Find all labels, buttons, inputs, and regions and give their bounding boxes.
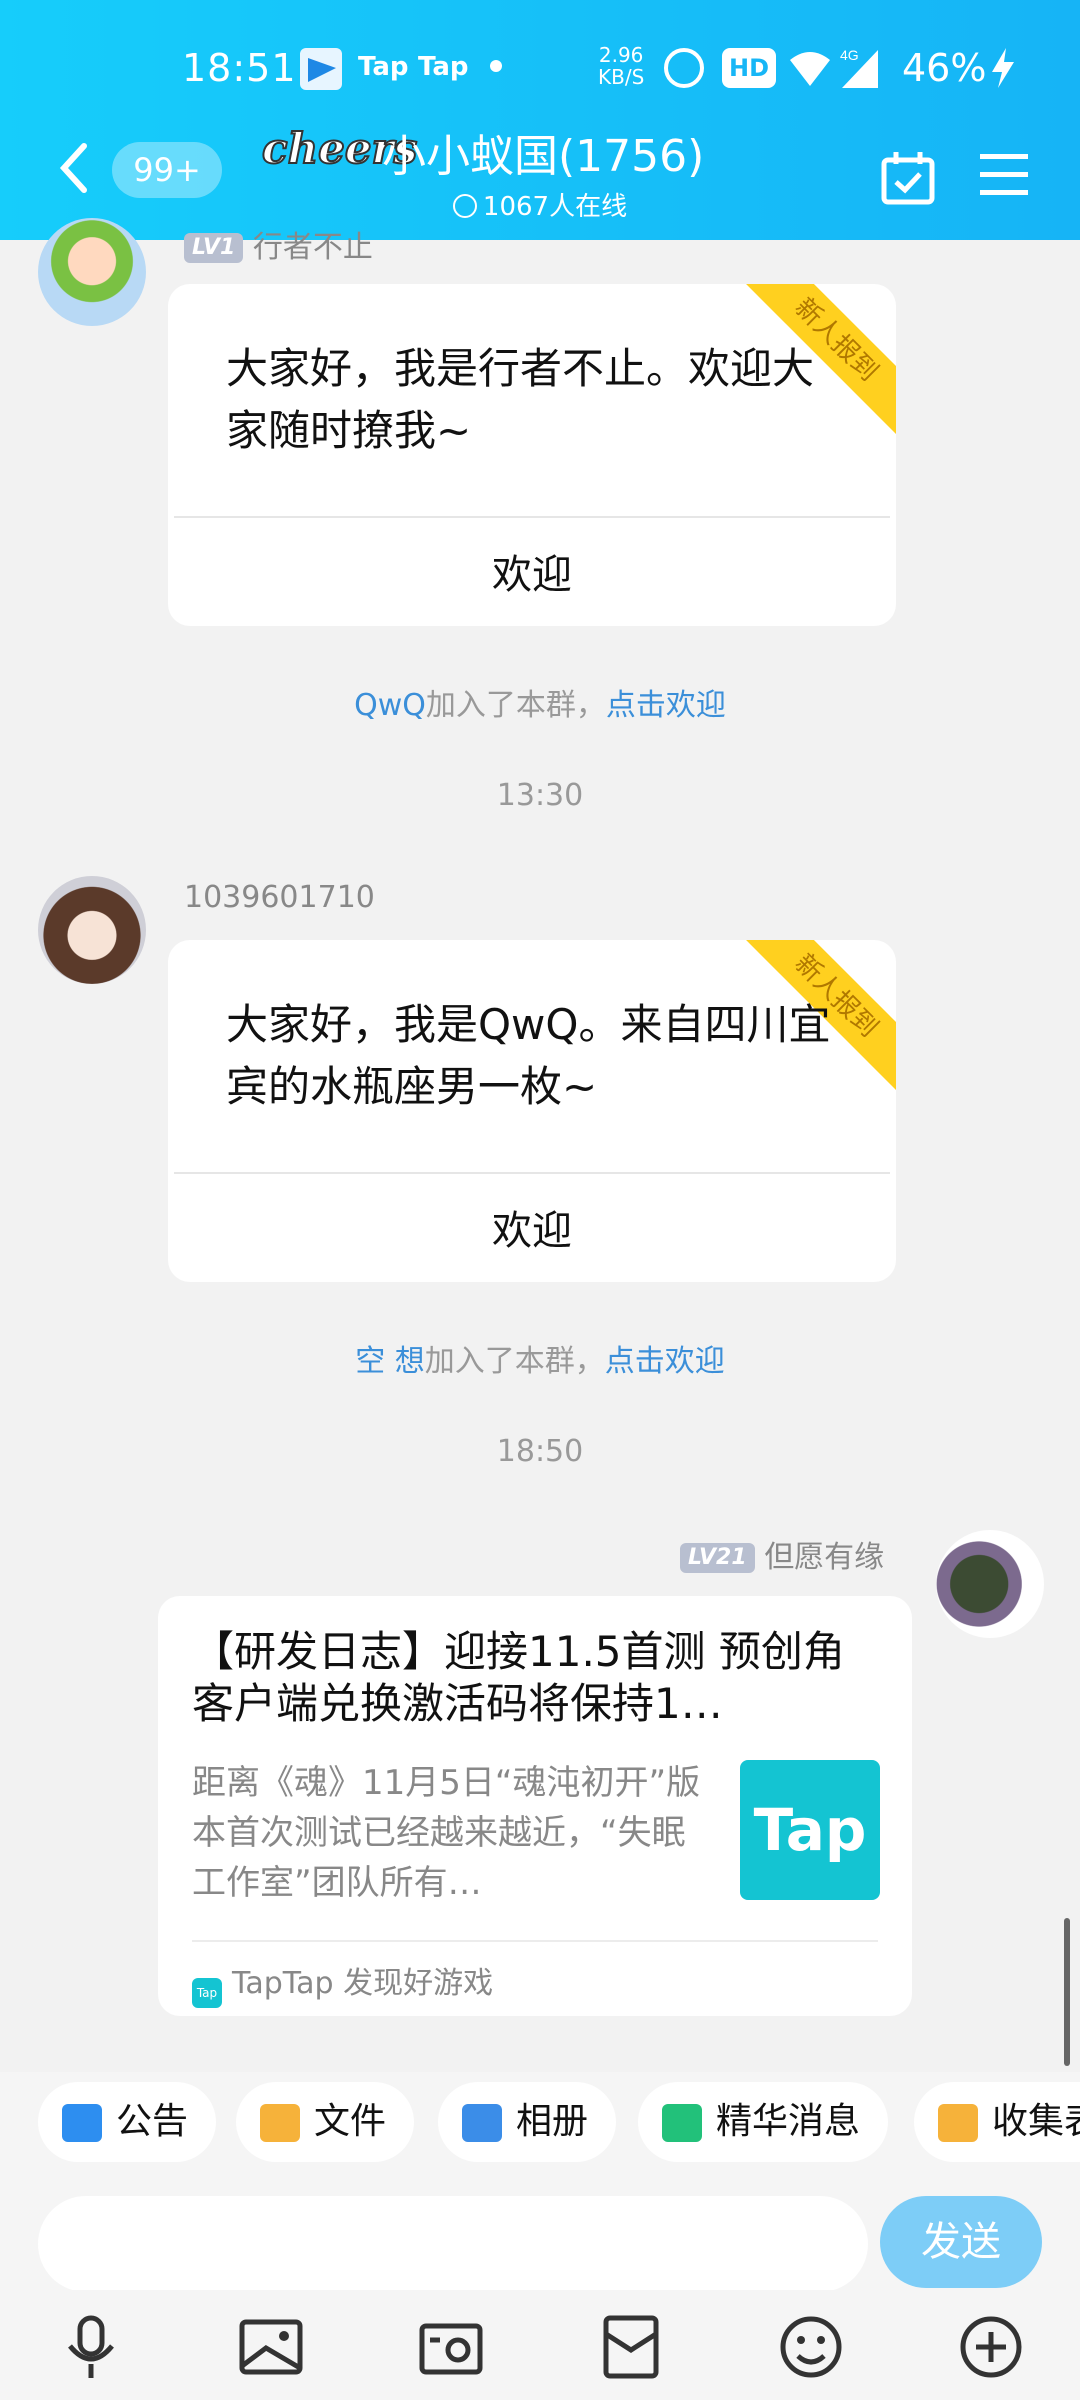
sender-name[interactable]: 但愿有缘 (764, 1540, 884, 1575)
folder-icon (260, 2104, 300, 2142)
chip-label: 相册 (516, 2101, 589, 2142)
check-circle-icon (452, 194, 477, 218)
camera-icon[interactable] (416, 2312, 486, 2382)
welcome-button[interactable]: 欢迎 (168, 1198, 896, 1256)
quick-actions-bar: 公告 文件 相册 精华消息 收集表 (0, 2072, 1080, 2176)
charging-icon (992, 48, 1014, 88)
taptap-notification-2: Tap (418, 52, 469, 82)
input-bar: 发送 (0, 2176, 1080, 2292)
files-chip[interactable]: 文件 (236, 2082, 415, 2162)
calendar-checkin-icon[interactable] (880, 150, 936, 206)
share-title: 【研发日志】迎接11.5首测 预创角客户端兑换激活码将保持1… (192, 1627, 845, 1728)
red-packet-icon[interactable] (596, 2312, 666, 2382)
level-badge: LV1 (184, 233, 244, 263)
network-speed-value: 2.96 (598, 43, 644, 67)
avatar-xingzhe[interactable] (38, 218, 146, 326)
cellular-signal-icon: 4G (840, 47, 878, 88)
collect-form-chip[interactable]: 收集表 (914, 2082, 1080, 2162)
essence-icon (662, 2104, 702, 2142)
status-bar: 18:51 Tap Tap 2.96 KB/S HD 4G 46% (0, 40, 1080, 100)
newbie-intro-text: 大家好，我是行者不止。欢迎大家随时撩我~ (226, 344, 815, 455)
chip-label: 精华消息 (716, 2101, 861, 2142)
sender-name[interactable]: 1039601710 (184, 880, 375, 915)
newbie-card-2: 新人报到 大家好，我是QwQ。来自四川宜宾的水瓶座男一枚~ 欢迎 (168, 940, 896, 1282)
join-user[interactable]: 空 想 (355, 1344, 425, 1379)
album-icon (462, 2104, 502, 2142)
sender-danyuanyouyuan: LV21 但愿有缘 (680, 1532, 884, 1576)
more-notifications-dot (490, 60, 502, 72)
join-user[interactable]: QwQ (354, 688, 426, 723)
newbie-intro-text: 大家好，我是QwQ。来自四川宜宾的水瓶座男一枚~ (226, 1000, 831, 1111)
timestamp: 13:30 (496, 778, 584, 813)
welcome-button[interactable]: 欢迎 (168, 542, 896, 600)
divider (174, 1172, 890, 1174)
click-welcome-link[interactable]: 点击欢迎 (605, 1344, 725, 1379)
taptap-thumbnail: Tap (740, 1760, 880, 1900)
network-speed: 2.96 KB/S (598, 44, 644, 88)
taptap-icon: Tap (192, 1978, 222, 2008)
status-time: 18:51 (182, 46, 297, 90)
shared-link-card[interactable]: 【研发日志】迎接11.5首测 预创角客户端兑换激活码将保持1… 距离《魂》11月… (158, 1596, 912, 2016)
wifi-icon (790, 52, 830, 86)
feishu-app-icon (300, 48, 342, 90)
join-text: 加入了本群， (425, 688, 606, 723)
clipboard-icon (938, 2104, 978, 2142)
timestamp: 18:50 (496, 1434, 584, 1469)
emoji-icon[interactable] (776, 2312, 846, 2382)
share-description: 距离《魂》11月5日“魂沌初开”版本首次测试已经越来越近，“失眠工作室”团队所有… (192, 1763, 701, 1903)
plus-icon[interactable] (956, 2312, 1026, 2382)
avatar-qwq[interactable] (38, 876, 146, 984)
divider (192, 1940, 878, 1942)
announcement-icon (62, 2104, 102, 2142)
share-source-text: TapTap 发现好游戏 (232, 1966, 494, 2001)
nav-bar: 99+ cheers 小小蚁国(1756) 1067人在线 (0, 110, 1080, 240)
divider (174, 516, 890, 518)
join-notice-2: 空 想加入了本群，点击欢迎 (0, 1336, 1080, 1380)
group-title: 小小蚁国(1756) (382, 131, 705, 182)
taptap-notification-1: Tap (358, 52, 409, 82)
album-chip[interactable]: 相册 (438, 2082, 617, 2162)
sender-name[interactable]: 行者不止 (253, 230, 373, 265)
battery-level: 46% (902, 46, 987, 90)
chip-label: 收集表 (992, 2101, 1080, 2142)
sender-xingzhe: LV1 行者不止 (184, 222, 373, 266)
hd-badge: HD (722, 48, 776, 88)
header: 18:51 Tap Tap 2.96 KB/S HD 4G 46% 99+ ch… (0, 0, 1080, 240)
chip-label: 文件 (314, 2101, 387, 2142)
click-welcome-link[interactable]: 点击欢迎 (606, 688, 726, 723)
send-button[interactable]: 发送 (880, 2196, 1042, 2288)
join-text: 加入了本群， (424, 1344, 605, 1379)
join-notice-1: QwQ加入了本群，点击欢迎 (0, 680, 1080, 724)
chip-label: 公告 (116, 2101, 189, 2142)
avatar-danyuanyouyuan[interactable] (936, 1530, 1044, 1638)
bottom-toolbar (0, 2290, 1080, 2400)
online-count-text: 1067人在线 (482, 192, 628, 222)
share-source: Tap TapTap 发现好游戏 (192, 1958, 493, 2008)
essence-chip[interactable]: 精华消息 (638, 2082, 889, 2162)
image-icon[interactable] (236, 2312, 306, 2382)
announcement-chip[interactable]: 公告 (38, 2082, 217, 2162)
network-type: 4G (840, 47, 859, 63)
alarm-icon (664, 48, 704, 88)
network-speed-unit: KB/S (598, 65, 645, 89)
newbie-card-1: 新人报到 大家好，我是行者不止。欢迎大家随时撩我~ 欢迎 (168, 284, 896, 626)
microphone-icon[interactable] (56, 2312, 126, 2382)
menu-icon[interactable] (976, 150, 1032, 200)
message-input[interactable] (38, 2196, 868, 2292)
level-badge: LV21 (680, 1543, 755, 1573)
scrollbar[interactable] (1064, 1918, 1070, 2066)
